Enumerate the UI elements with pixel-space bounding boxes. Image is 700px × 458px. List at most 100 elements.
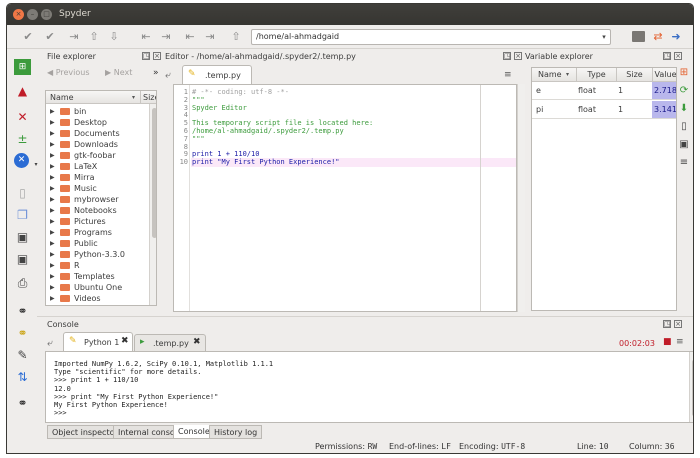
code-editor[interactable]: 1 # -*- coding: utf-8 -*- 2 """ 3 Spyder Edit…: [173, 84, 517, 312]
python-path-icon[interactable]: ⇄: [651, 29, 665, 45]
splitter[interactable]: [37, 316, 693, 317]
up-dir-icon[interactable]: ⇧: [229, 29, 243, 45]
expand-arrow-icon[interactable]: ▶: [50, 227, 55, 238]
forward-icon[interactable]: ⇥: [159, 29, 173, 45]
expand-arrow-icon[interactable]: ▶: [50, 128, 55, 139]
working-directory-field[interactable]: /home/al-ahmadgaid: [251, 29, 611, 45]
table-row[interactable]: pi float 1 3.141…: [532, 101, 676, 119]
column-header-type[interactable]: Type: [576, 68, 616, 82]
expand-arrow-icon[interactable]: ▶: [50, 117, 55, 128]
expand-arrow-icon[interactable]: ▶: [50, 205, 55, 216]
save-all-icon[interactable]: ▣: [14, 251, 31, 267]
list-item[interactable]: ▶ mybrowser: [46, 194, 156, 205]
file-tree-scrollbar[interactable]: [149, 104, 156, 305]
first-icon[interactable]: ⇤: [183, 29, 197, 45]
chevron-down-icon[interactable]: ▾: [33, 157, 39, 173]
new-file-icon[interactable]: ⊞: [14, 59, 31, 75]
undock-icon[interactable]: ◳: [503, 52, 511, 60]
goto-line-icon[interactable]: ⇅: [14, 369, 31, 385]
column-header-size[interactable]: Size: [616, 68, 652, 82]
expand-arrow-icon[interactable]: ▶: [50, 271, 55, 282]
list-item[interactable]: ▶ Downloads: [46, 139, 156, 150]
print-icon[interactable]: ⎙: [14, 275, 31, 291]
editor-tab[interactable]: ✎ .temp.py: [182, 65, 252, 85]
expand-arrow-icon[interactable]: ▶: [50, 172, 55, 183]
refresh-icon[interactable]: ⟳: [677, 84, 691, 98]
list-item[interactable]: ▶ Videos: [46, 293, 156, 304]
list-item[interactable]: ▶ Mirra: [46, 172, 156, 183]
find-icon[interactable]: ⚭: [14, 303, 31, 319]
indent-icon[interactable]: ⇥: [67, 29, 81, 45]
console-output[interactable]: Imported NumPy 1.6.2, SciPy 0.10.1, Matp…: [45, 351, 693, 423]
list-item[interactable]: ▶ gtk-foobar: [46, 150, 156, 161]
save-icon[interactable]: ▣: [14, 229, 31, 245]
set-directory-icon[interactable]: ➜: [669, 29, 683, 45]
arrow-down-icon[interactable]: ⇩: [107, 29, 121, 45]
list-item[interactable]: ▶ Desktop: [46, 117, 156, 128]
list-item[interactable]: ▶ Python-3.3.0: [46, 249, 156, 260]
close-window-button[interactable]: ×: [13, 9, 24, 20]
expand-arrow-icon[interactable]: ▶: [50, 161, 55, 172]
scroll-thumb[interactable]: [152, 108, 156, 238]
browse-tabs-icon[interactable]: ⤶: [165, 70, 171, 81]
list-item[interactable]: ▶ Programs: [46, 227, 156, 238]
maximize-window-button[interactable]: □: [41, 9, 52, 20]
editor-scrollbar[interactable]: [517, 84, 525, 312]
list-item[interactable]: ▶ Templates: [46, 271, 156, 282]
run-icon[interactable]: ▲: [14, 83, 31, 99]
browse-tabs-icon[interactable]: ⤶: [47, 338, 53, 349]
edit-icon[interactable]: ✎: [14, 347, 31, 363]
options-menu-icon[interactable]: ≡: [676, 337, 684, 347]
options-menu-icon[interactable]: ≡: [504, 70, 512, 80]
tab-object-inspector[interactable]: Object inspector: [47, 425, 123, 439]
scroll-thumb[interactable]: [692, 360, 693, 416]
close-pane-icon[interactable]: ×: [674, 52, 682, 60]
list-item[interactable]: ▶ Documents: [46, 128, 156, 139]
save-icon[interactable]: ▣: [677, 138, 691, 152]
tab-history-log[interactable]: History log: [209, 425, 263, 439]
expand-arrow-icon[interactable]: ▶: [50, 150, 55, 161]
list-item[interactable]: ▶ Music: [46, 183, 156, 194]
console-scrollbar[interactable]: [689, 352, 693, 422]
stop-icon[interactable]: ■: [663, 337, 672, 347]
open-folder-icon[interactable]: [631, 29, 645, 45]
column-header-name[interactable]: Name: [50, 91, 74, 104]
profiler-icon[interactable]: ⚭: [14, 395, 31, 411]
list-item[interactable]: ▶ bin: [46, 106, 156, 117]
open-file-icon[interactable]: ❐: [14, 207, 31, 223]
column-header-name[interactable]: Name: [538, 68, 562, 82]
options-menu-icon[interactable]: ≡: [677, 156, 691, 170]
last-icon[interactable]: ⇥: [203, 29, 217, 45]
undock-icon[interactable]: ◳: [663, 52, 671, 60]
expand-arrow-icon[interactable]: ▶: [50, 216, 55, 227]
list-item[interactable]: ▶ Notebooks: [46, 205, 156, 216]
previous-button[interactable]: ◀ Previous: [47, 68, 90, 77]
arrow-up-icon[interactable]: ⇧: [87, 29, 101, 45]
console-tab-temp[interactable]: ▸ .temp.py ✖: [134, 334, 206, 351]
settings-icon[interactable]: ✕: [14, 153, 29, 168]
expand-arrow-icon[interactable]: ▶: [50, 282, 55, 293]
list-item[interactable]: ▶ LaTeX: [46, 161, 156, 172]
back-icon[interactable]: ⇤: [139, 29, 153, 45]
console-tab-python[interactable]: ✎ Python 1 ✖: [63, 332, 133, 351]
expand-arrow-icon[interactable]: ▶: [50, 249, 55, 260]
find-replace-icon[interactable]: ⚭: [14, 325, 31, 341]
expand-arrow-icon[interactable]: ▶: [50, 106, 55, 117]
tools-icon[interactable]: ✕: [14, 109, 31, 125]
expand-arrow-icon[interactable]: ▶: [50, 183, 55, 194]
list-item[interactable]: ▶ Pictures: [46, 216, 156, 227]
close-tab-icon[interactable]: ✖: [121, 336, 129, 346]
column-header-size[interactable]: Size: [140, 91, 156, 104]
check-icon[interactable]: ✔: [21, 29, 35, 45]
expand-arrow-icon[interactable]: ▶: [50, 293, 55, 304]
undock-icon[interactable]: ◳: [663, 320, 671, 328]
undock-icon[interactable]: ◳: [142, 52, 150, 60]
list-item[interactable]: ▶ R: [46, 260, 156, 271]
expand-arrow-icon[interactable]: ▶: [50, 238, 55, 249]
list-item[interactable]: ▶ Public: [46, 238, 156, 249]
import-data-icon[interactable]: ⊞: [677, 66, 691, 80]
close-tab-icon[interactable]: ✖: [193, 337, 201, 347]
expand-arrow-icon[interactable]: ▶: [50, 194, 55, 205]
blank-file-icon[interactable]: ▯: [14, 185, 31, 201]
list-item[interactable]: ▶ Ubuntu One: [46, 282, 156, 293]
